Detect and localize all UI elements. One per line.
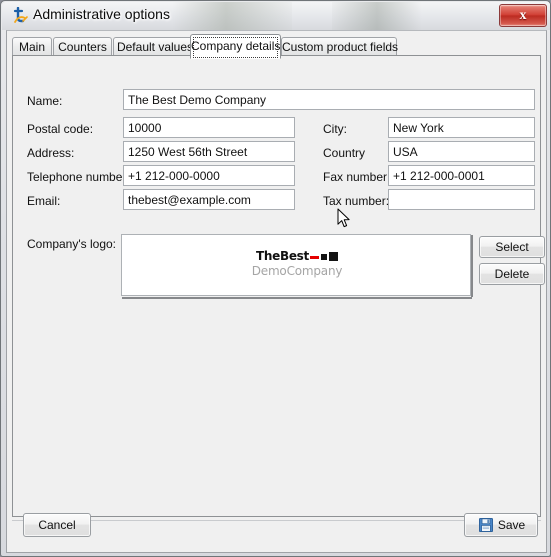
tab-company-details[interactable]: Company details [190, 34, 281, 59]
logo-panel-shadow-bottom [122, 297, 472, 299]
tab-custom-product-fields[interactable]: Custom product fields [281, 37, 399, 56]
logo-red-dash-icon [309, 256, 319, 259]
tab-default-values[interactable]: Default values [113, 37, 197, 56]
address-label: Address: [27, 146, 75, 160]
save-button[interactable]: Save [464, 513, 538, 537]
close-button[interactable]: x [499, 4, 547, 27]
tab-main[interactable]: Main [12, 37, 52, 56]
tab-counters[interactable]: Counters [53, 37, 112, 56]
dialog-window: Administrative options x Main Counters D… [0, 0, 551, 557]
logo-panel-shadow-right [471, 235, 473, 297]
fax-input[interactable] [388, 165, 535, 186]
select-logo-button[interactable]: Select [479, 236, 545, 258]
delete-logo-label: Delete [494, 267, 530, 281]
address-input[interactable] [123, 141, 295, 162]
titlebar[interactable]: Administrative options x [1, 1, 550, 30]
fax-label: Fax number: [323, 170, 391, 184]
logo-large-square-icon [328, 252, 338, 261]
company-logo-preview[interactable]: TheBest DemoCompany [121, 234, 471, 296]
save-label: Save [497, 518, 526, 532]
logo-artwork: TheBest DemoCompany [122, 249, 470, 278]
delete-logo-button[interactable]: Delete [479, 263, 545, 285]
city-input[interactable] [388, 117, 535, 138]
dialog-client-area: Main Counters Default values Company det… [6, 30, 547, 553]
country-label: Country [323, 146, 366, 160]
tab-label: Custom product fields [282, 40, 399, 54]
close-icon: x [519, 8, 527, 23]
tab-label: Main [18, 40, 45, 54]
telephone-input[interactable] [123, 165, 295, 186]
name-input[interactable] [123, 89, 535, 110]
tab-label: Default values [116, 40, 194, 54]
logo-brand-bottom: DemoCompany [251, 264, 343, 278]
tax-label: Tax number: [323, 194, 390, 208]
footer-separator [12, 520, 541, 521]
city-label: City: [323, 122, 347, 136]
window-title: Administrative options [33, 6, 170, 22]
email-label: Email: [27, 194, 61, 208]
tab-page-company-details: Name: Postal code: City: Address: Countr… [12, 55, 545, 517]
telephone-label: Telephone number: [27, 170, 130, 184]
tab-label: Counters [58, 40, 107, 54]
tab-label: Company details [191, 39, 281, 53]
floppy-disk-icon [478, 518, 493, 532]
email-input[interactable] [123, 189, 295, 210]
cancel-button[interactable]: Cancel [23, 513, 91, 537]
postal-code-label: Postal code: [27, 122, 94, 136]
select-logo-label: Select [495, 240, 529, 254]
logo-small-square-icon [320, 254, 327, 260]
app-t-swoosh-icon [11, 6, 29, 25]
name-label: Name: [27, 94, 63, 108]
tax-input[interactable] [388, 189, 535, 210]
company-logo-label: Company's logo: [27, 237, 117, 251]
cancel-label: Cancel [38, 518, 76, 532]
country-input[interactable] [388, 141, 535, 162]
tab-strip: Main Counters Default values Company det… [12, 34, 541, 59]
logo-brand-top: TheBest [256, 249, 309, 263]
postal-code-input[interactable] [123, 117, 295, 138]
